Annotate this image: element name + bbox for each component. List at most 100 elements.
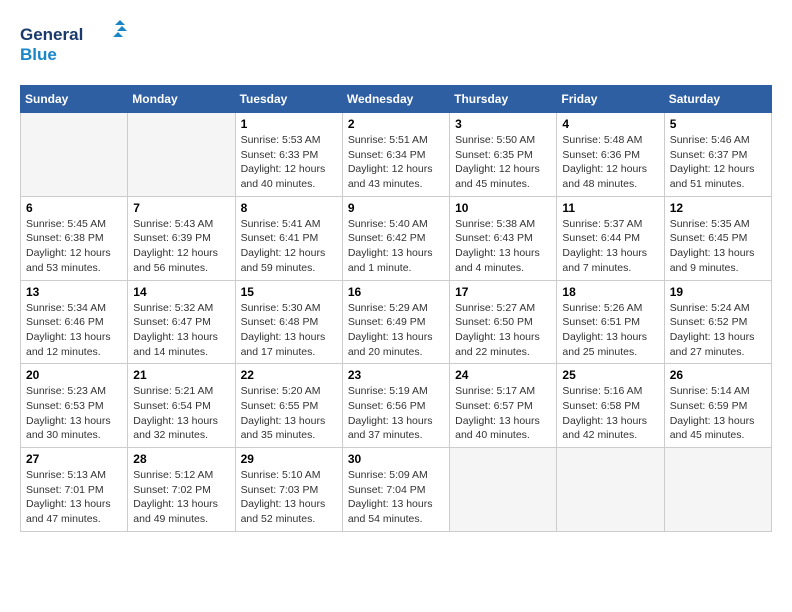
- day-info: Sunrise: 5:51 AMSunset: 6:34 PMDaylight:…: [348, 133, 444, 192]
- day-number: 10: [455, 201, 551, 215]
- day-number: 16: [348, 285, 444, 299]
- day-cell: 27 Sunrise: 5:13 AMSunset: 7:01 PMDayligh…: [21, 448, 128, 532]
- day-number: 23: [348, 368, 444, 382]
- page-header: General Blue: [20, 20, 772, 75]
- day-cell: [21, 113, 128, 197]
- day-cell: 22Sunrise: 5:20 AMSunset: 6:55 PMDayligh…: [235, 364, 342, 448]
- svg-text:General: General: [20, 25, 83, 44]
- svg-text:Blue: Blue: [20, 45, 57, 64]
- day-info: Sunrise: 5:09 AMSunset: 7:04 PMDaylight:…: [348, 468, 444, 527]
- day-cell: 17 Sunrise: 5:27 AMSunset: 6:50 PMDayligh…: [450, 280, 557, 364]
- day-info: Sunrise: 5:41 AMSunset: 6:41 PMDaylight:…: [241, 217, 337, 276]
- day-cell: 21 Sunrise: 5:21 AMSunset: 6:54 PMDayligh…: [128, 364, 235, 448]
- day-number: 21: [133, 368, 229, 382]
- day-number: 19: [670, 285, 766, 299]
- day-cell: [664, 448, 771, 532]
- header-saturday: Saturday: [664, 86, 771, 113]
- day-cell: 29 Sunrise: 5:10 AMSunset: 7:03 PMDayligh…: [235, 448, 342, 532]
- day-cell: 11 Sunrise: 5:37 AMSunset: 6:44 PMDayligh…: [557, 196, 664, 280]
- day-cell: 10 Sunrise: 5:38 AMSunset: 6:43 PMDayligh…: [450, 196, 557, 280]
- day-cell: 15 Sunrise: 5:30 AMSunset: 6:48 PMDayligh…: [235, 280, 342, 364]
- header-sunday: Sunday: [21, 86, 128, 113]
- day-number: 9: [348, 201, 444, 215]
- day-number: 18: [562, 285, 658, 299]
- day-info: Sunrise: 5:21 AMSunset: 6:54 PMDaylight:…: [133, 384, 229, 443]
- calendar-body: 1 Sunrise: 5:53 AMSunset: 6:33 PMDaylight…: [21, 113, 772, 532]
- day-number: 15: [241, 285, 337, 299]
- day-cell: 4 Sunrise: 5:48 AMSunset: 6:36 PMDaylight…: [557, 113, 664, 197]
- day-cell: 9 Sunrise: 5:40 AMSunset: 6:42 PMDaylight…: [342, 196, 449, 280]
- day-info: Sunrise: 5:43 AMSunset: 6:39 PMDaylight:…: [133, 217, 229, 276]
- day-cell: 7 Sunrise: 5:43 AMSunset: 6:39 PMDaylight…: [128, 196, 235, 280]
- day-info: Sunrise: 5:10 AMSunset: 7:03 PMDaylight:…: [241, 468, 337, 527]
- week-row-5: 27 Sunrise: 5:13 AMSunset: 7:01 PMDayligh…: [21, 448, 772, 532]
- day-info: Sunrise: 5:24 AMSunset: 6:52 PMDaylight:…: [670, 301, 766, 360]
- day-cell: 28Sunrise: 5:12 AMSunset: 7:02 PMDayligh…: [128, 448, 235, 532]
- day-number: 6: [26, 201, 122, 215]
- day-info: Sunrise: 5:14 AMSunset: 6:59 PMDaylight:…: [670, 384, 766, 443]
- day-number: 2: [348, 117, 444, 131]
- day-cell: 8 Sunrise: 5:41 AMSunset: 6:41 PMDaylight…: [235, 196, 342, 280]
- day-info: Sunrise: 5:29 AMSunset: 6:49 PMDaylight:…: [348, 301, 444, 360]
- week-row-4: 20 Sunrise: 5:23 AMSunset: 6:53 PMDayligh…: [21, 364, 772, 448]
- day-cell: [450, 448, 557, 532]
- day-info: Sunrise: 5:48 AMSunset: 6:36 PMDaylight:…: [562, 133, 658, 192]
- day-cell: 14Sunrise: 5:32 AMSunset: 6:47 PMDayligh…: [128, 280, 235, 364]
- calendar-table: SundayMondayTuesdayWednesdayThursdayFrid…: [20, 85, 772, 532]
- day-number: 4: [562, 117, 658, 131]
- day-info: Sunrise: 5:40 AMSunset: 6:42 PMDaylight:…: [348, 217, 444, 276]
- day-number: 20: [26, 368, 122, 382]
- day-number: 26: [670, 368, 766, 382]
- day-info: Sunrise: 5:13 AMSunset: 7:01 PMDaylight:…: [26, 468, 122, 527]
- day-info: Sunrise: 5:46 AMSunset: 6:37 PMDaylight:…: [670, 133, 766, 192]
- week-row-1: 1 Sunrise: 5:53 AMSunset: 6:33 PMDaylight…: [21, 113, 772, 197]
- day-info: Sunrise: 5:50 AMSunset: 6:35 PMDaylight:…: [455, 133, 551, 192]
- day-number: 5: [670, 117, 766, 131]
- day-info: Sunrise: 5:32 AMSunset: 6:47 PMDaylight:…: [133, 301, 229, 360]
- day-cell: 12 Sunrise: 5:35 AMSunset: 6:45 PMDayligh…: [664, 196, 771, 280]
- day-cell: 24Sunrise: 5:17 AMSunset: 6:57 PMDayligh…: [450, 364, 557, 448]
- day-number: 24: [455, 368, 551, 382]
- day-cell: 30 Sunrise: 5:09 AMSunset: 7:04 PMDayligh…: [342, 448, 449, 532]
- day-info: Sunrise: 5:30 AMSunset: 6:48 PMDaylight:…: [241, 301, 337, 360]
- day-number: 8: [241, 201, 337, 215]
- header-thursday: Thursday: [450, 86, 557, 113]
- day-cell: 5 Sunrise: 5:46 AMSunset: 6:37 PMDaylight…: [664, 113, 771, 197]
- day-info: Sunrise: 5:38 AMSunset: 6:43 PMDaylight:…: [455, 217, 551, 276]
- day-number: 17: [455, 285, 551, 299]
- header-monday: Monday: [128, 86, 235, 113]
- day-cell: 19 Sunrise: 5:24 AMSunset: 6:52 PMDayligh…: [664, 280, 771, 364]
- logo-svg: General Blue: [20, 20, 130, 75]
- day-info: Sunrise: 5:53 AMSunset: 6:33 PMDaylight:…: [241, 133, 337, 192]
- day-info: Sunrise: 5:20 AMSunset: 6:55 PMDaylight:…: [241, 384, 337, 443]
- day-info: Sunrise: 5:37 AMSunset: 6:44 PMDaylight:…: [562, 217, 658, 276]
- day-cell: 25Sunrise: 5:16 AMSunset: 6:58 PMDayligh…: [557, 364, 664, 448]
- header-wednesday: Wednesday: [342, 86, 449, 113]
- day-number: 30: [348, 452, 444, 466]
- calendar-header-row: SundayMondayTuesdayWednesdayThursdayFrid…: [21, 86, 772, 113]
- day-number: 12: [670, 201, 766, 215]
- day-cell: 3Sunrise: 5:50 AMSunset: 6:35 PMDaylight…: [450, 113, 557, 197]
- day-cell: 18 Sunrise: 5:26 AMSunset: 6:51 PMDayligh…: [557, 280, 664, 364]
- day-info: Sunrise: 5:23 AMSunset: 6:53 PMDaylight:…: [26, 384, 122, 443]
- day-cell: 6Sunrise: 5:45 AMSunset: 6:38 PMDaylight…: [21, 196, 128, 280]
- day-cell: 23 Sunrise: 5:19 AMSunset: 6:56 PMDayligh…: [342, 364, 449, 448]
- day-number: 1: [241, 117, 337, 131]
- logo: General Blue: [20, 20, 130, 75]
- day-info: Sunrise: 5:19 AMSunset: 6:56 PMDaylight:…: [348, 384, 444, 443]
- day-number: 7: [133, 201, 229, 215]
- day-info: Sunrise: 5:35 AMSunset: 6:45 PMDaylight:…: [670, 217, 766, 276]
- header-tuesday: Tuesday: [235, 86, 342, 113]
- day-info: Sunrise: 5:26 AMSunset: 6:51 PMDaylight:…: [562, 301, 658, 360]
- day-cell: 16 Sunrise: 5:29 AMSunset: 6:49 PMDayligh…: [342, 280, 449, 364]
- day-cell: [128, 113, 235, 197]
- day-number: 28: [133, 452, 229, 466]
- day-info: Sunrise: 5:16 AMSunset: 6:58 PMDaylight:…: [562, 384, 658, 443]
- week-row-2: 6Sunrise: 5:45 AMSunset: 6:38 PMDaylight…: [21, 196, 772, 280]
- day-number: 11: [562, 201, 658, 215]
- day-number: 27: [26, 452, 122, 466]
- day-number: 29: [241, 452, 337, 466]
- day-info: Sunrise: 5:27 AMSunset: 6:50 PMDaylight:…: [455, 301, 551, 360]
- day-cell: 2 Sunrise: 5:51 AMSunset: 6:34 PMDaylight…: [342, 113, 449, 197]
- day-cell: 26 Sunrise: 5:14 AMSunset: 6:59 PMDayligh…: [664, 364, 771, 448]
